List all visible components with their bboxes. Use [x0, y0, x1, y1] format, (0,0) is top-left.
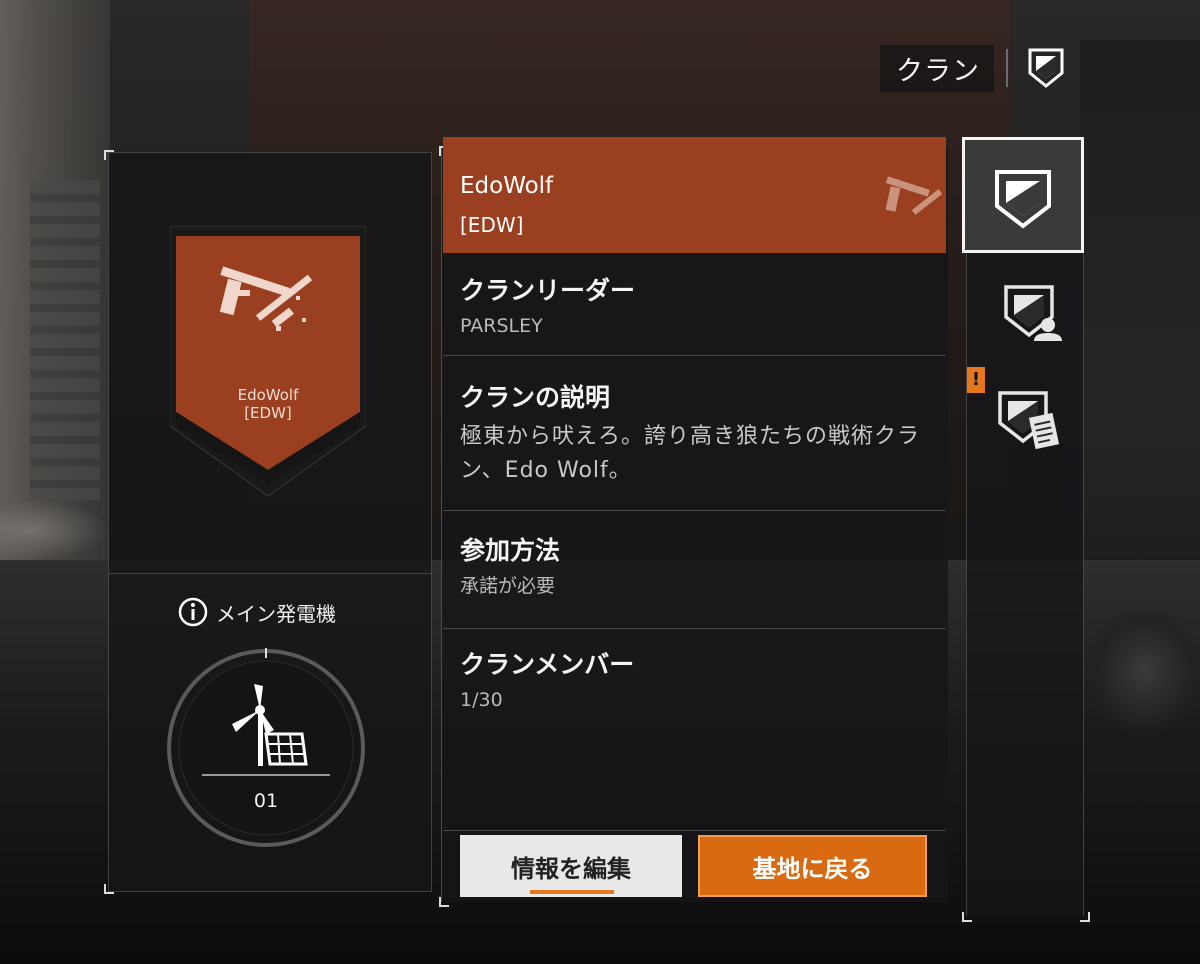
clan-description-title: クランの説明 [460, 383, 611, 412]
join-method-title: 参加方法 [460, 536, 561, 565]
frame-corner [104, 150, 114, 160]
tab-clan-members[interactable] [1000, 283, 1070, 353]
emblem-clan-tag: [EDW] [244, 404, 292, 422]
main-generator-label[interactable]: メイン発電機 [178, 597, 336, 627]
clan-name-header: EdoWolf [EDW] [443, 137, 946, 253]
clan-emblem: EdoWolf [EDW] [169, 225, 367, 497]
top-header: クラン [880, 44, 1066, 92]
clan-shield-icon [1028, 48, 1064, 88]
join-method-value: 承諾が必要 [460, 575, 556, 597]
info-icon[interactable] [178, 597, 208, 627]
generator-title: メイン発電機 [216, 601, 336, 626]
emblem-clan-name: EdoWolf [237, 386, 299, 404]
tab-clan-log[interactable] [994, 389, 1064, 459]
crossed-weapons-icon [219, 266, 313, 331]
clan-description-row: クランの説明 極東から吠えろ。誇り高き狼たちの戦術クラン、Edo Wolf。 [443, 356, 946, 511]
generator-level: 01 [253, 790, 279, 812]
edit-info-button[interactable]: 情報を編集 [460, 835, 682, 897]
clan-leader-value: PARSLEY [460, 315, 543, 337]
return-to-base-label: 基地に戻る [752, 854, 873, 883]
frame-corner [439, 897, 449, 907]
clan-tab-bar [966, 148, 1084, 916]
clan-leader-row: クランリーダー PARSLEY [443, 253, 946, 356]
tab-clan-info[interactable] [962, 137, 1084, 253]
frame-corner [104, 884, 114, 894]
button-focus-underline [530, 890, 614, 894]
panel-divider [109, 573, 431, 574]
clan-name: EdoWolf [460, 173, 554, 199]
return-to-base-button[interactable]: 基地に戻る [698, 835, 927, 897]
frame-corner [1080, 912, 1090, 922]
clan-member-icon [1004, 285, 1062, 341]
clan-shield-icon [995, 170, 1051, 229]
clan-members-title: クランメンバー [460, 650, 635, 679]
header-divider [1006, 49, 1008, 87]
edit-info-label: 情報を編集 [511, 854, 631, 883]
clan-members-row: クランメンバー 1/30 [443, 629, 946, 831]
generator-dial [167, 648, 365, 847]
clan-log-icon [998, 391, 1060, 450]
clan-description-value: 極東から吠えろ。誇り高き狼たちの戦術クラン、Edo Wolf。 [460, 424, 921, 483]
join-method-row: 参加方法 承諾が必要 [443, 511, 946, 629]
clan-members-value: 1/30 [460, 689, 503, 711]
page-title: クラン [880, 44, 994, 92]
crossed-weapons-icon [885, 176, 943, 215]
alert-badge: ! [967, 367, 985, 393]
clan-tag: [EDW] [460, 213, 524, 237]
frame-corner [962, 912, 972, 922]
clan-leader-title: クランリーダー [460, 276, 636, 305]
